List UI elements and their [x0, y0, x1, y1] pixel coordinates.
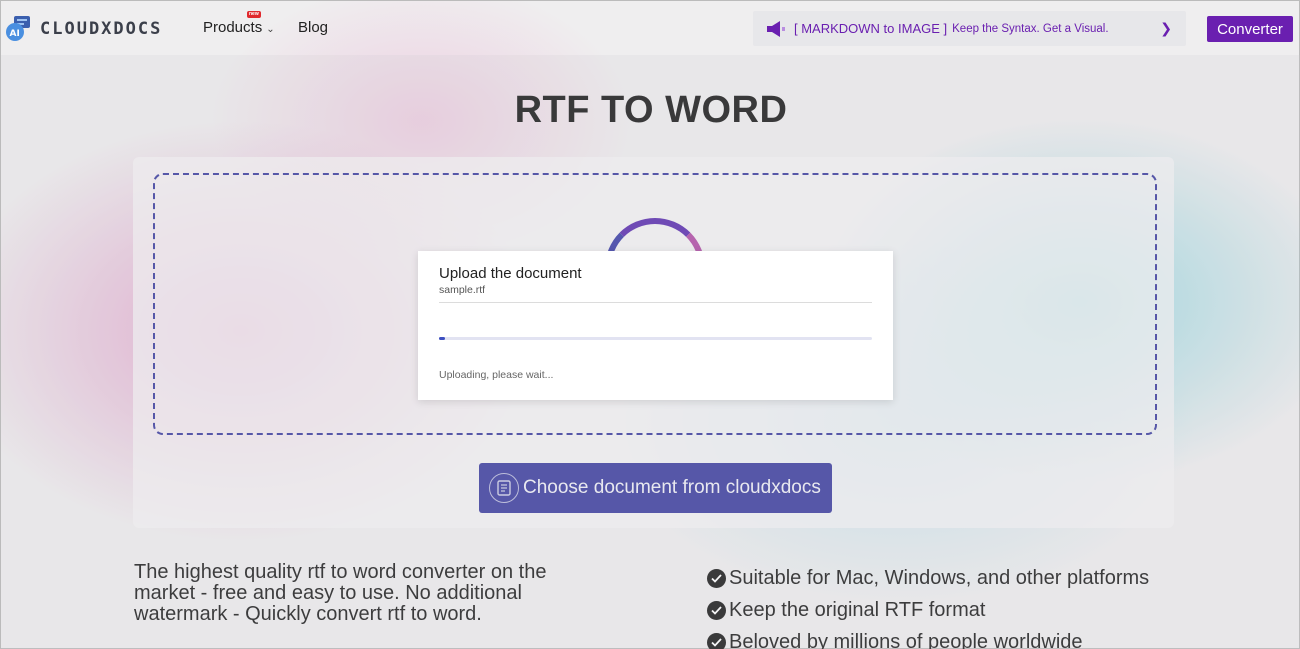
dialog-divider [439, 302, 872, 303]
announcement-tag: [ MARKDOWN to IMAGE ] [794, 21, 948, 36]
cloudxdocs-logo-icon: AI [5, 15, 33, 43]
nav-products-label: Products [203, 19, 263, 36]
logo-badge-text: AI [10, 29, 20, 39]
site-logo[interactable]: AI CLOUDXDOCS [5, 15, 162, 43]
chevron-down-icon: ⌄ [266, 24, 275, 35]
upload-dialog: Upload the document sample.rtf Uploading… [418, 251, 893, 400]
converter-button[interactable]: Converter [1207, 16, 1293, 42]
nav-products[interactable]: Products ⌄ [203, 19, 275, 36]
logo-text: CLOUDXDOCS [40, 19, 163, 39]
arrow-right-icon[interactable]: ❯ [1160, 20, 1172, 37]
announcement-message: Keep the Syntax. Get a Visual. [952, 22, 1109, 35]
upload-progress-bar [439, 337, 872, 340]
megaphone-icon [765, 18, 787, 40]
new-badge: new [247, 11, 261, 18]
upload-filename: sample.rtf [439, 284, 486, 296]
top-navigation-bar: AI CLOUDXDOCS new Products ⌄ Blog [ MARKD… [1, 1, 1300, 55]
nav-blog[interactable]: Blog [298, 19, 328, 36]
announcement-banner[interactable]: [ MARKDOWN to IMAGE ] Keep the Syntax. G… [753, 11, 1186, 46]
upload-progress-fill [439, 337, 446, 340]
upload-dialog-title: Upload the document [439, 265, 582, 282]
upload-status-text: Uploading, please wait... [439, 369, 554, 381]
